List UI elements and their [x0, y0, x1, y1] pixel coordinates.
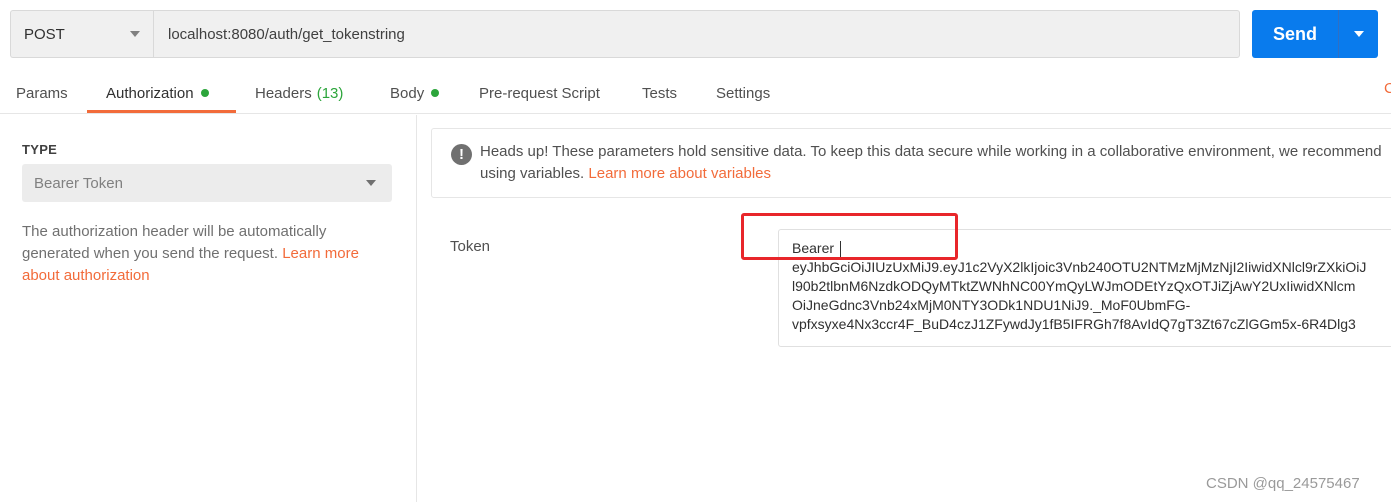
url-value: localhost:8080/auth/get_tokenstring: [168, 25, 405, 43]
notice-line-2-text: using variables.: [480, 165, 585, 182]
notice-line-2: using variables. Learn more about variab…: [480, 163, 1391, 185]
tab-label: Headers: [255, 84, 312, 102]
app-window: POST localhost:8080/auth/get_tokenstring…: [0, 0, 1391, 502]
tab-authorization[interactable]: Authorization: [106, 72, 209, 114]
type-label: TYPE: [22, 142, 58, 157]
method-select[interactable]: POST: [10, 10, 154, 58]
auth-type-value: Bearer Token: [34, 174, 123, 192]
tab-label: Params: [16, 84, 68, 102]
auth-description: The authorization header will be automat…: [22, 221, 397, 287]
token-line: vpfxsyxe4Nx3ccr4F_BuD4czJ1ZFywdJy1fB5IFR…: [792, 316, 1356, 332]
tab-pre-request-script[interactable]: Pre-request Script: [479, 72, 600, 114]
highlight-annotation-box: [741, 213, 958, 260]
token-line: eyJhbGciOiJIUzUxMiJ9.eyJ1c2VyX2lkIjoic3V…: [792, 259, 1367, 275]
chevron-down-icon: [366, 180, 376, 186]
tab-settings[interactable]: Settings: [716, 72, 770, 114]
send-label: Send: [1272, 23, 1317, 44]
tab-label: Settings: [716, 84, 771, 102]
tab-params[interactable]: Params: [16, 72, 68, 114]
token-label: Token: [450, 238, 491, 255]
watermark: CSDN @qq_24575467: [1206, 475, 1360, 492]
auth-type-select[interactable]: Bearer Token: [22, 164, 392, 202]
send-dropdown-button[interactable]: [1339, 10, 1378, 58]
request-tabs: Params Authorization Headers (13) Body P…: [0, 72, 1391, 114]
method-value: POST: [24, 25, 65, 43]
notice-line-1: Heads up! These parameters hold sensitiv…: [480, 143, 1382, 160]
tab-body[interactable]: Body: [390, 72, 440, 114]
auth-type-panel: TYPE Bearer Token The authorization head…: [0, 115, 417, 502]
tab-overflow-link[interactable]: C: [1384, 80, 1391, 97]
send-button[interactable]: Send: [1252, 10, 1378, 58]
tab-label: Pre-request Script: [479, 84, 600, 102]
token-line: l90b2tlbnM6NzdkODQyMTktZWNhNC00YmQyLWJmO…: [792, 278, 1356, 294]
notice-text: Heads up! These parameters hold sensitiv…: [480, 141, 1391, 185]
auth-description-text: The authorization header will be automat…: [22, 223, 327, 262]
tab-label: Body: [390, 84, 425, 102]
chevron-down-icon: [1353, 31, 1364, 37]
chevron-down-icon: [130, 31, 140, 37]
url-input[interactable]: localhost:8080/auth/get_tokenstring: [153, 10, 1240, 58]
tab-headers[interactable]: Headers (13): [255, 72, 343, 114]
edge-strip: [1386, 0, 1391, 60]
learn-more-variables-link[interactable]: Learn more about variables: [588, 165, 771, 182]
token-line: OiJneGdnc3Vnb24xMjM0NTY3ODk1NDU1NiJ9._Mo…: [792, 297, 1191, 313]
tab-label: Tests: [642, 84, 678, 102]
info-icon: !: [451, 144, 472, 165]
tab-tests[interactable]: Tests: [642, 72, 677, 114]
tab-label: Authorization: [106, 84, 194, 102]
sensitive-data-notice: ! Heads up! These parameters hold sensit…: [431, 128, 1391, 198]
active-tab-underline: [87, 110, 236, 113]
status-dot-icon: [200, 89, 209, 97]
status-dot-icon: [431, 89, 440, 97]
tab-count: (13): [316, 84, 344, 102]
